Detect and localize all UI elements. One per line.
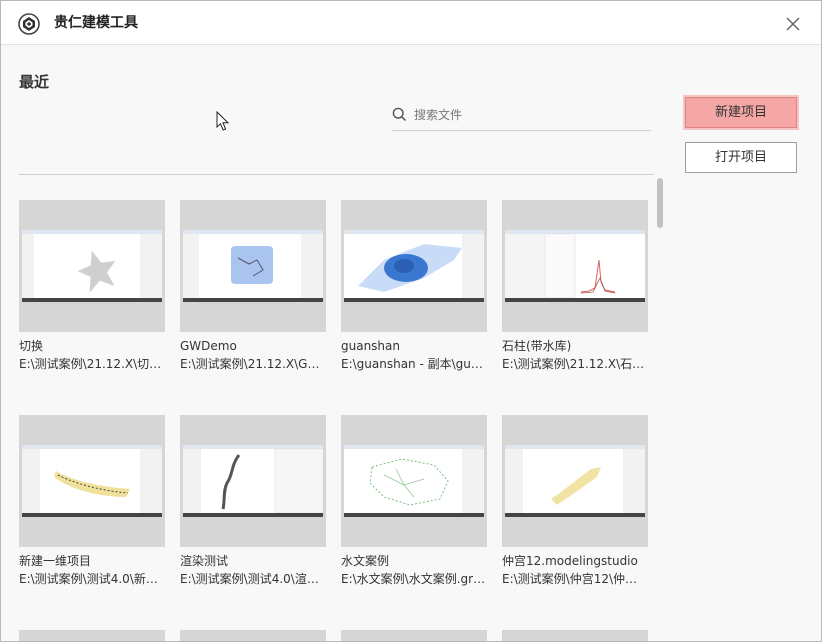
project-thumbnail [502,415,648,547]
window-title: 贵仁建模工具 [54,15,138,31]
section-divider [19,174,654,175]
project-path: E:\测试案例\21.12.X\石… [502,357,645,371]
project-name: 新建一维项目 [19,554,92,568]
thumbnail-image [183,445,323,517]
thumbnail-image [183,230,323,302]
recent-projects-grid: 切换 E:\测试案例\21.12.X\切… GWDemo E:\测试案例\21.… [19,200,659,641]
project-name: 仲宫12.modelingstudio [502,554,638,568]
project-card-partial[interactable] [19,630,165,641]
recent-section-title: 最近 [19,73,50,91]
project-card[interactable]: guanshan E:\guanshan - 副本\guan… [341,200,487,380]
thumbnail-image [344,445,484,517]
app-logo-icon [18,13,40,35]
project-card[interactable]: 仲宫12.modelingstudio E:\测试案例\仲宫12\仲宫… [502,415,648,595]
search-box[interactable] [392,101,651,131]
project-thumbnail [19,200,165,332]
project-card[interactable]: 新建一维项目 E:\测试案例\测试4.0\新… [19,415,165,595]
project-thumbnail [180,200,326,332]
project-thumbnail [341,415,487,547]
project-card[interactable]: 水文案例 E:\水文案例\水文案例.gr… [341,415,487,595]
app-window: 贵仁建模工具 最近 新建项目 打开项目 [0,0,822,642]
project-name: 切换 [19,339,44,353]
project-card[interactable]: 渲染测试 E:\测试案例\测试4.0\渲… [180,415,326,595]
project-thumbnail [180,415,326,547]
project-thumbnail [19,415,165,547]
thumbnail-image [22,445,162,517]
new-project-button[interactable]: 新建项目 [685,97,797,128]
project-name: 渲染测试 [180,554,229,568]
thumbnail-image [344,230,484,302]
project-thumbnail [341,200,487,332]
project-path: E:\测试案例\仲宫12\仲宫… [502,572,648,586]
open-project-button[interactable]: 打开项目 [685,142,797,173]
close-icon[interactable] [781,12,805,36]
search-input[interactable] [414,104,644,126]
project-name: 水文案例 [341,554,390,568]
title-bar: 贵仁建模工具 [1,1,821,45]
thumbnail-image [505,445,645,517]
project-card[interactable]: GWDemo E:\测试案例\21.12.X\GW… [180,200,326,380]
project-card-partial[interactable] [502,630,648,641]
project-card[interactable]: 切换 E:\测试案例\21.12.X\切… [19,200,165,380]
project-name: 石柱(带水库) [502,339,572,353]
project-card[interactable]: 石柱(带水库) E:\测试案例\21.12.X\石… [502,200,648,380]
search-icon [392,107,407,122]
project-path: E:\测试案例\测试4.0\渲… [180,572,319,586]
project-path: E:\测试案例\21.12.X\GW… [180,357,326,371]
mouse-cursor-icon [216,111,230,131]
project-name: guanshan [341,339,400,353]
project-path: E:\测试案例\测试4.0\新… [19,572,158,586]
project-path: E:\guanshan - 副本\guan… [341,357,487,371]
thumbnail-image [22,230,162,302]
project-path: E:\水文案例\水文案例.gr… [341,572,486,586]
project-thumbnail [502,200,648,332]
project-card-partial[interactable] [180,630,326,641]
project-card-partial[interactable] [341,630,487,641]
project-name: GWDemo [180,339,237,353]
thumbnail-image [505,230,645,302]
project-path: E:\测试案例\21.12.X\切… [19,357,162,371]
